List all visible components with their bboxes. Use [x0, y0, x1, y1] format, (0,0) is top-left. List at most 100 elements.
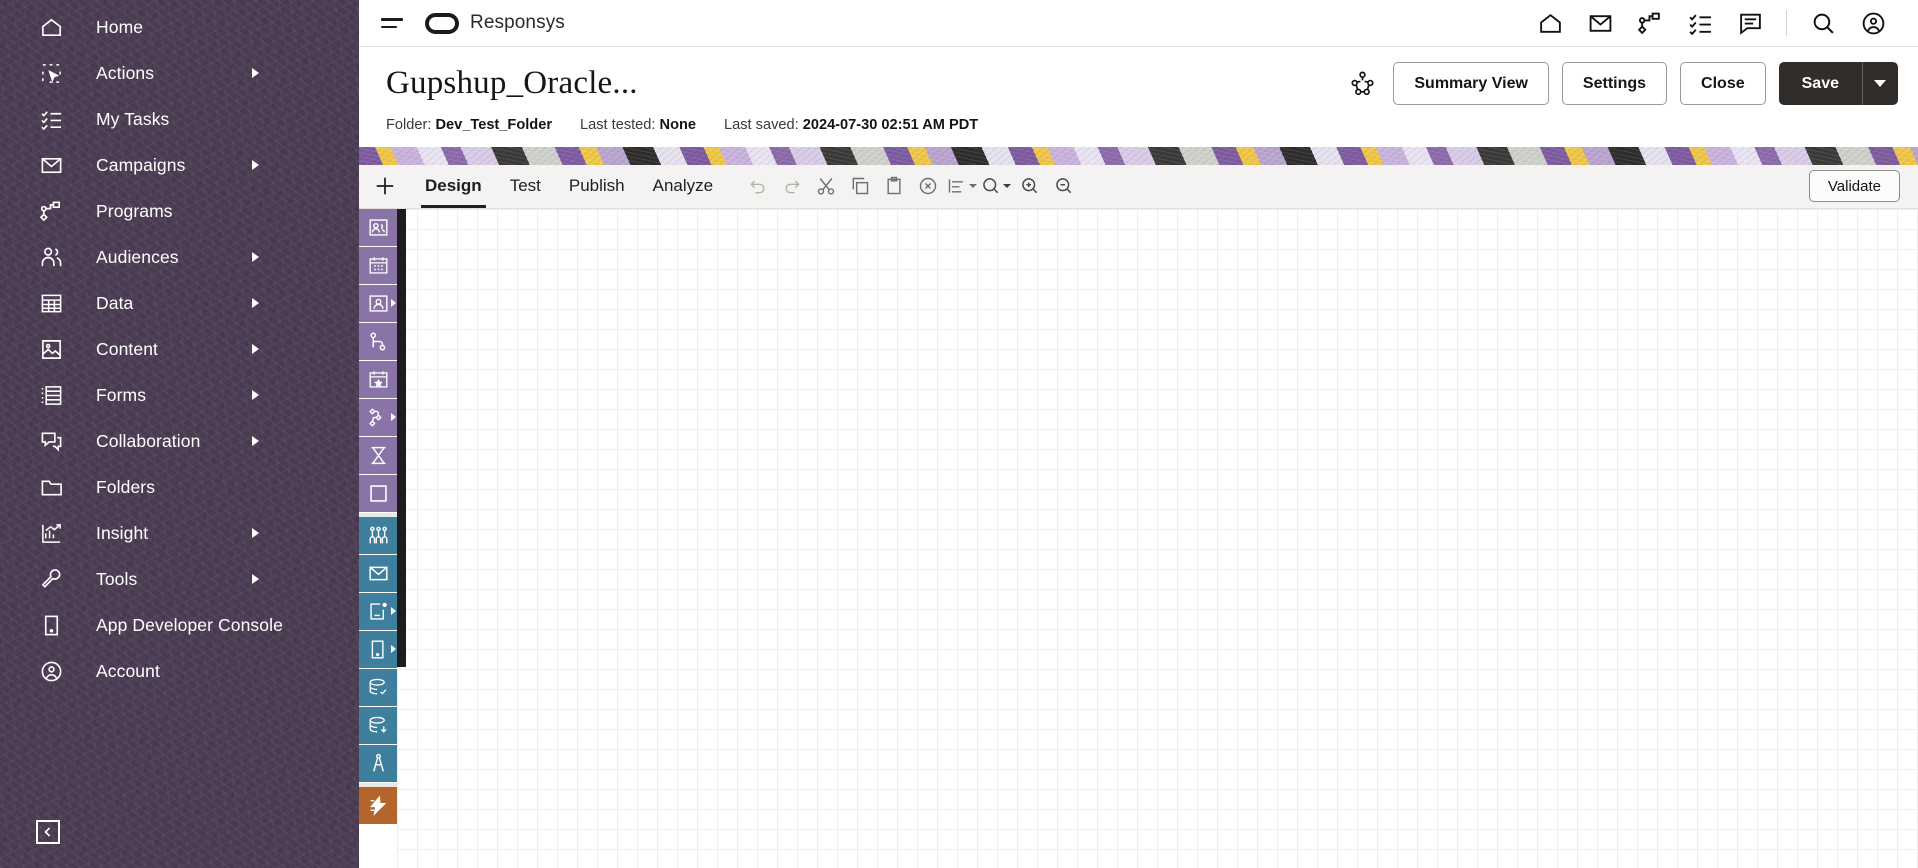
- profile-stage-icon[interactable]: [359, 284, 397, 323]
- sidebar-item-insight[interactable]: Insight: [0, 510, 359, 556]
- sidebar-collapse-button[interactable]: [36, 820, 60, 844]
- people-icon: [38, 244, 64, 270]
- designer-workarea: [359, 208, 1918, 868]
- sidebar-item-campaigns[interactable]: Campaigns: [0, 142, 359, 188]
- image-icon: [38, 336, 64, 362]
- branch-split-icon[interactable]: [359, 322, 397, 361]
- oracle-logo-icon: [425, 12, 459, 34]
- wrench-icon: [38, 566, 64, 592]
- sidebar-item-label: Campaigns: [96, 154, 186, 175]
- org-share-icon[interactable]: [1347, 69, 1377, 99]
- chat-icon[interactable]: [1725, 0, 1775, 47]
- brand-logo[interactable]: Responsys: [425, 12, 565, 34]
- topbar-actions: [1525, 0, 1898, 47]
- undo-icon[interactable]: [741, 164, 775, 208]
- chevron-right-icon: [252, 160, 259, 170]
- home-icon: [38, 14, 64, 40]
- tab-design[interactable]: Design: [411, 164, 496, 209]
- tab-test[interactable]: Test: [496, 164, 555, 208]
- settings-button[interactable]: Settings: [1561, 62, 1668, 105]
- form-list-icon: [38, 382, 64, 408]
- email-message-icon[interactable]: [359, 554, 397, 593]
- device-console-icon: [38, 612, 64, 638]
- sidebar-item-tools[interactable]: Tools: [0, 556, 359, 602]
- meta-value: None: [659, 116, 697, 133]
- delete-circle-icon[interactable]: [911, 164, 945, 208]
- stage-box-icon[interactable]: [359, 474, 397, 513]
- sidebar-item-label: Insight: [96, 522, 149, 543]
- sidebar-item-programs[interactable]: Programs: [0, 188, 359, 234]
- audience-stage-icon[interactable]: [359, 208, 397, 247]
- sidebar-item-home[interactable]: Home: [0, 4, 359, 50]
- sidebar-item-label: Actions: [96, 62, 155, 83]
- sidebar-item-label: Folders: [96, 476, 156, 497]
- tab-analyze[interactable]: Analyze: [639, 164, 727, 208]
- compass-icon[interactable]: [359, 744, 397, 783]
- chevron-right-icon: [391, 413, 396, 422]
- event-calendar-icon[interactable]: [359, 360, 397, 399]
- sidebar-item-label: Programs: [96, 200, 173, 221]
- meta-last-tested: Last tested: None: [580, 117, 696, 133]
- calendar-stage-icon[interactable]: [359, 246, 397, 285]
- redo-icon[interactable]: [775, 164, 809, 208]
- folder-icon: [38, 474, 64, 500]
- cursor-select-icon: [38, 60, 64, 86]
- summary-view-button[interactable]: Summary View: [1393, 62, 1549, 105]
- sidebar-item-actions[interactable]: Actions: [0, 50, 359, 96]
- global-topbar: Responsys: [359, 0, 1918, 47]
- validate-button[interactable]: Validate: [1808, 170, 1900, 203]
- chevron-right-icon: [252, 252, 259, 262]
- copy-icon[interactable]: [843, 164, 877, 208]
- save-dropdown-button[interactable]: [1862, 62, 1898, 105]
- sidebar-item-account[interactable]: Account: [0, 648, 359, 694]
- data-load-icon[interactable]: [359, 706, 397, 745]
- tasks-checklist-icon[interactable]: [1675, 0, 1725, 47]
- zoom-out-icon[interactable]: [1047, 164, 1081, 208]
- checklist-icon: [38, 106, 64, 132]
- decision-node-icon[interactable]: [359, 398, 397, 437]
- page-metadata: Folder: Dev_Test_Folder Last tested: Non…: [386, 117, 1898, 133]
- rail-scrollbar[interactable]: [397, 208, 406, 667]
- home-icon[interactable]: [1525, 0, 1575, 47]
- chevron-right-icon: [391, 607, 396, 616]
- chevron-right-icon: [391, 299, 396, 308]
- sidebar-item-data[interactable]: Data: [0, 280, 359, 326]
- sidebar-item-collaboration[interactable]: Collaboration: [0, 418, 359, 464]
- user-circle-icon: [38, 658, 64, 684]
- search-dropdown-icon[interactable]: [979, 164, 1013, 208]
- tab-publish[interactable]: Publish: [555, 164, 639, 208]
- align-icon[interactable]: [945, 164, 979, 208]
- add-icon[interactable]: [359, 164, 411, 208]
- table-grid-icon: [38, 290, 64, 316]
- wait-hourglass-icon[interactable]: [359, 436, 397, 475]
- sidebar-item-my-tasks[interactable]: My Tasks: [0, 96, 359, 142]
- sidebar-item-content[interactable]: Content: [0, 326, 359, 372]
- sidebar-item-forms[interactable]: Forms: [0, 372, 359, 418]
- save-button[interactable]: Save: [1778, 62, 1862, 105]
- data-check-icon[interactable]: [359, 668, 397, 707]
- chevron-right-icon: [252, 344, 259, 354]
- paste-icon[interactable]: [877, 164, 911, 208]
- hamburger-icon[interactable]: [381, 11, 405, 35]
- chevron-right-icon: [252, 528, 259, 538]
- mobile-message-icon[interactable]: [359, 630, 397, 669]
- sidebar-item-folders[interactable]: Folders: [0, 464, 359, 510]
- close-button[interactable]: Close: [1680, 62, 1766, 105]
- meta-last-saved: Last saved: 2024-07-30 02:51 AM PDT: [724, 117, 978, 133]
- sidebar-item-audiences[interactable]: Audiences: [0, 234, 359, 280]
- search-icon[interactable]: [1798, 0, 1848, 47]
- split-test-icon[interactable]: [359, 516, 397, 555]
- account-icon[interactable]: [1848, 0, 1898, 47]
- save-button-group: Save: [1778, 62, 1898, 105]
- program-canvas[interactable]: [397, 208, 1918, 868]
- sidebar-item-label: Data: [96, 292, 134, 313]
- sidebar-item-label: App Developer Console: [96, 614, 283, 635]
- programs-icon[interactable]: [1625, 0, 1675, 47]
- cut-icon[interactable]: [809, 164, 843, 208]
- zoom-in-icon[interactable]: [1013, 164, 1047, 208]
- chevron-right-icon: [252, 574, 259, 584]
- sidebar-item-app-developer-console[interactable]: App Developer Console: [0, 602, 359, 648]
- push-message-icon[interactable]: [359, 592, 397, 631]
- envelope-icon[interactable]: [1575, 0, 1625, 47]
- custom-event-icon[interactable]: [359, 786, 397, 825]
